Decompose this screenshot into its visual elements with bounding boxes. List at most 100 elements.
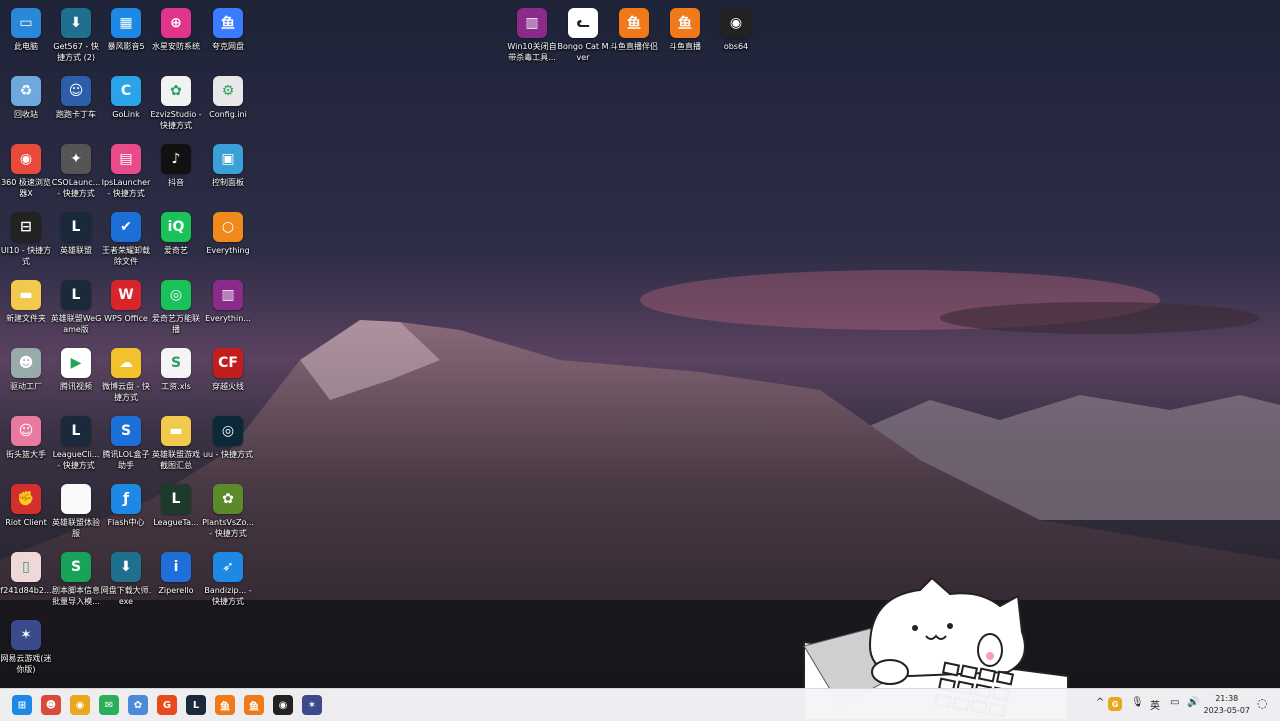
obs-icon: ◉ <box>721 8 751 38</box>
desktop-shortcut[interactable]: 鱼斗鱼直播伴侣 <box>608 4 660 70</box>
clock-time: 21:38 <box>1215 694 1239 703</box>
douyu-icon: 鱼 <box>249 701 259 713</box>
desktop-shortcut[interactable]: ▣ 控制面板 <box>202 140 254 206</box>
desktop-shortcut[interactable]: 英雄联盟体验服 <box>50 480 102 546</box>
desktop-shortcut[interactable]: ☺ 街头篮大手 <box>0 412 52 478</box>
desktop-shortcut[interactable]: L 英雄联盟 <box>50 208 102 274</box>
desktop-shortcut[interactable]: 鱼斗鱼直播 <box>659 4 711 70</box>
winrar-icon: ▥ <box>213 280 243 310</box>
desktop-shortcut-label: 回收站 <box>14 110 38 119</box>
taskbar-clock[interactable]: 21:38 2023-05-07 <box>1204 693 1251 717</box>
taskbar-cloud-game[interactable]: ✶ <box>302 695 322 715</box>
desktop-shortcut[interactable]: ✊ Riot Client <box>0 480 52 546</box>
desktop-shortcut-label: CSOLaunc... - 快捷方式 <box>51 178 101 198</box>
shield-check-icon: ✔ <box>111 212 141 242</box>
desktop-shortcut-label: 腾讯LOL盒子助手 <box>102 450 150 470</box>
desktop-shortcut[interactable]: ♪ 抖音 <box>150 140 202 206</box>
desktop-shortcut-label: 网盘下载大师.exe <box>100 586 152 606</box>
start-button[interactable]: ⊞ <box>12 695 32 715</box>
desktop-shortcut[interactable]: ▥ Win10关闭自带杀毒工具... <box>506 4 558 70</box>
desktop-shortcut[interactable]: ◉ obs64 <box>710 4 762 70</box>
desktop-shortcut[interactable]: 鱼夸克网盘 <box>202 4 254 70</box>
flash-icon: ƒ <box>111 484 141 514</box>
desktop-shortcut[interactable]: ✶ 网易云游戏(迷你版) <box>0 616 52 682</box>
desktop-shortcut[interactable]: S 工资.xls <box>150 344 202 410</box>
notification-center-icon[interactable]: ◌ <box>1257 696 1267 710</box>
desktop-shortcut[interactable]: L LeagueCli... - 快捷方式 <box>50 412 102 478</box>
desktop-shortcut[interactable]: ▤ IpsLauncher - 快捷方式 <box>100 140 152 206</box>
taskbar-chrome[interactable]: ◉ <box>70 695 90 715</box>
desktop-shortcut[interactable]: CF 穿越火线 <box>202 344 254 410</box>
desktop-shortcut[interactable]: ✔ 王者荣耀卸载除文件 <box>100 208 152 274</box>
desktop-shortcut[interactable]: ᓚ Bongo Cat Mver <box>557 4 609 70</box>
taskbar-obs[interactable]: ◉ <box>273 695 293 715</box>
desktop-shortcut[interactable]: ☻ 驱动工厂 <box>0 344 52 410</box>
desktop-shortcut[interactable]: S 腾讯LOL盒子助手 <box>100 412 152 478</box>
tray-overflow-chevron-icon[interactable]: ^ <box>1096 697 1104 708</box>
spreadsheet-icon: S <box>161 348 191 378</box>
s-logo-icon: S <box>111 416 141 446</box>
desktop-shortcut[interactable]: ▯ f241d84b2... <box>0 548 52 614</box>
desktop-shortcut-label: EzvizStudio - 快捷方式 <box>150 110 202 130</box>
desktop-shortcut[interactable]: ƒ Flash中心 <box>100 480 152 546</box>
folder-icon: ▬ <box>11 280 41 310</box>
desktop-shortcut[interactable]: ☁ 微博云盘 - 快捷方式 <box>100 344 152 410</box>
desktop-shortcut-label: 斗鱼直播 <box>669 42 701 51</box>
desktop-shortcut[interactable]: ▦ 暴风影音5 <box>100 4 152 70</box>
desktop-shortcut[interactable]: ⊟ UI10 - 快捷方式 <box>0 208 52 274</box>
tencent-video-icon: ▶ <box>61 348 91 378</box>
desktop-shortcut[interactable]: ▶ 腾讯视频 <box>50 344 102 410</box>
taskbar-wechat[interactable]: ✉ <box>99 695 119 715</box>
desktop-shortcut[interactable]: ○ Everything <box>202 208 254 274</box>
desktop-shortcut[interactable]: ⚙ Config.ini <box>202 72 254 138</box>
tray-language-indicator[interactable]: 英 <box>1150 697 1160 712</box>
desktop-shortcut-label: 英雄联盟体验服 <box>52 518 100 538</box>
desktop-shortcut[interactable]: ⬇ 网盘下载大师.exe <box>100 548 152 614</box>
desktop-shortcut[interactable]: L 英雄联盟WeGame版 <box>50 276 102 342</box>
desktop-shortcut[interactable]: ▬ 新建文件夹 <box>0 276 52 342</box>
browser-360-icon: ◉ <box>11 144 41 174</box>
tray-network-icon[interactable]: ▭ <box>1170 697 1179 708</box>
taskbar-douyu[interactable]: 鱼 <box>244 695 264 715</box>
tray-g-app-icon[interactable]: G <box>1108 697 1122 711</box>
desktop-shortcut[interactable]: ▭ 此电脑 <box>0 4 52 70</box>
desktop-shortcut[interactable]: ▥ Everythin... <box>202 276 254 342</box>
desktop-shortcut[interactable]: S 剧本脚本信息批量导入模... <box>50 548 102 614</box>
desktop-shortcut[interactable]: ✿ EzvizStudio - 快捷方式 <box>150 72 202 138</box>
desktop-shortcut[interactable]: ♻ 回收站 <box>0 72 52 138</box>
taskbar-league[interactable]: L <box>186 695 206 715</box>
desktop-shortcut-label: 水星安防系统 <box>152 42 200 51</box>
taskbar-ezviz[interactable]: ✿ <box>128 695 148 715</box>
desktop-shortcut[interactable]: L LeagueTa... <box>150 480 202 546</box>
desktop-shortcut[interactable]: ☺ 跑跑卡丁车 <box>50 72 102 138</box>
desktop-shortcut[interactable]: W WPS Office <box>100 276 152 342</box>
kart-game-icon: ☺ <box>61 76 91 106</box>
desktop-shortcut[interactable]: ✿ PlantsVsZo... - 快捷方式 <box>202 480 254 546</box>
tray-volume-icon[interactable]: 🔊 <box>1187 697 1199 708</box>
bongo-cat-icon: ᓚ <box>568 8 598 38</box>
ini-file-icon: ⚙ <box>213 76 243 106</box>
cloud-icon: 鱼 <box>213 8 243 38</box>
desktop-shortcut[interactable]: ▬ 英雄联盟游戏截图汇总 <box>150 412 202 478</box>
desktop-shortcut[interactable]: ◎ uu - 快捷方式 <box>202 412 254 478</box>
desktop-shortcut[interactable]: ✦ CSOLaunc... - 快捷方式 <box>50 140 102 206</box>
desktop-shortcut[interactable]: ◎ 爱奇艺万能联播 <box>150 276 202 342</box>
desktop-shortcut-label: 暴风影音5 <box>107 42 145 51</box>
desktop-shortcut[interactable]: C GoLink <box>100 72 152 138</box>
desktop-shortcut[interactable]: i Ziperello <box>150 548 202 614</box>
desktop-shortcut-label: Riot Client <box>5 518 47 527</box>
taskbar-douyu-companion[interactable]: 鱼 <box>215 695 235 715</box>
taskbar-garena[interactable]: G <box>157 695 177 715</box>
desktop-shortcut-label: 夸克网盘 <box>212 42 244 51</box>
desktop-shortcut[interactable]: ⊕ 水星安防系统 <box>150 4 202 70</box>
taskbar-game-app[interactable]: ☻ <box>41 695 61 715</box>
desktop-shortcut[interactable]: ◉ 360 极速浏览器X <box>0 140 52 206</box>
desktop-shortcut[interactable]: ⬇ Get567 - 快捷方式 (2) <box>50 4 102 70</box>
desktop-shortcut-label: 此电脑 <box>14 42 38 51</box>
tray-mic-icon[interactable]: 🎙 <box>1131 697 1144 708</box>
desktop-shortcut-label: IpsLauncher - 快捷方式 <box>101 178 151 198</box>
desktop-shortcut[interactable]: ➶ Bandizip... - 快捷方式 <box>202 548 254 614</box>
douyu-icon: 鱼 <box>670 8 700 38</box>
cloud-game-icon: ✶ <box>307 699 317 711</box>
desktop-shortcut[interactable]: iQ 爱奇艺 <box>150 208 202 274</box>
